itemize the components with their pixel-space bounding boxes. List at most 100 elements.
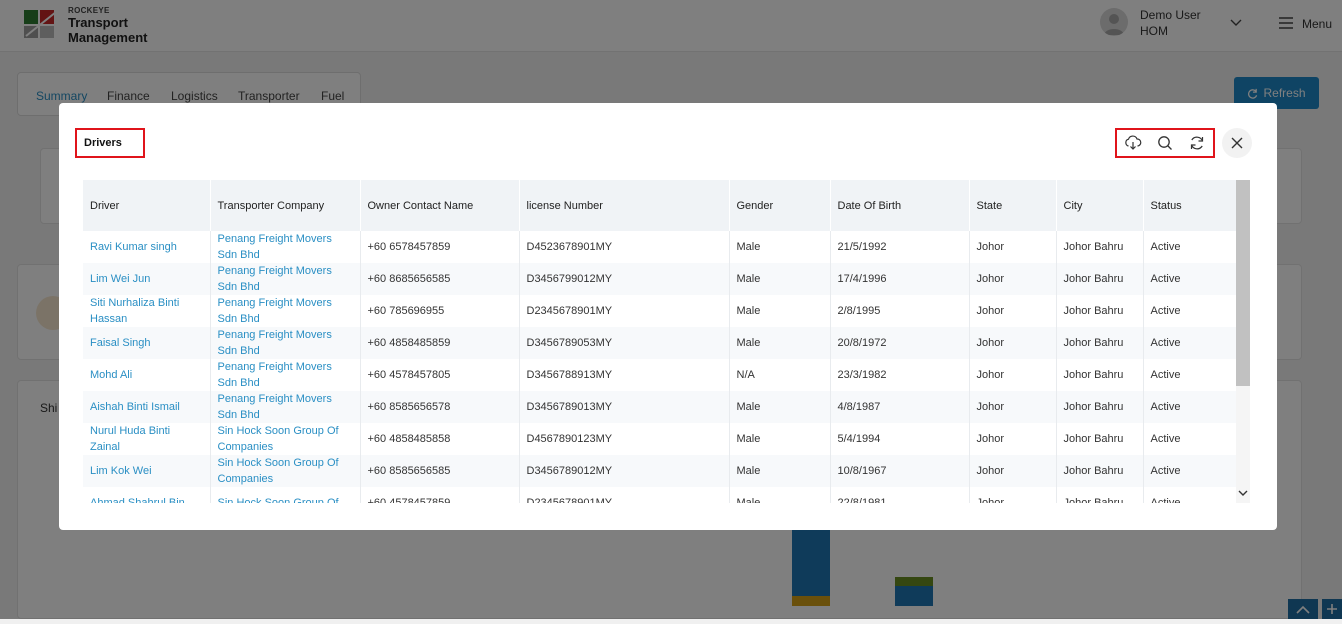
driver-link[interactable]: Faisal Singh (83, 327, 210, 359)
chevron-down-icon (1238, 489, 1248, 497)
column-header-status[interactable]: Status (1143, 180, 1236, 231)
company-link[interactable]: Penang Freight Movers Sdn Bhd (210, 263, 360, 295)
column-header-city[interactable]: City (1056, 180, 1143, 231)
state-cell: Johor (969, 423, 1056, 455)
close-icon (1230, 136, 1244, 150)
company-link[interactable]: Penang Freight Movers Sdn Bhd (210, 327, 360, 359)
company-link[interactable]: Penang Freight Movers Sdn Bhd (210, 295, 360, 327)
column-header-state[interactable]: State (969, 180, 1056, 231)
gender-cell: Male (729, 487, 830, 503)
download-cloud-icon[interactable] (1123, 133, 1143, 153)
table-row: Faisal Singh Penang Freight Movers Sdn B… (83, 327, 1236, 359)
state-cell: Johor (969, 231, 1056, 263)
city-cell: Johor Bahru (1056, 487, 1143, 503)
contact-cell: +60 8585656578 (360, 391, 519, 423)
status-cell: Active (1143, 423, 1236, 455)
scroll-down-button[interactable] (1236, 486, 1250, 500)
status-cell: Active (1143, 455, 1236, 487)
dob-cell: 10/8/1967 (830, 455, 969, 487)
close-button[interactable] (1222, 128, 1252, 158)
table-row: Lim Wei Jun Penang Freight Movers Sdn Bh… (83, 263, 1236, 295)
driver-link[interactable]: Lim Wei Jun (83, 263, 210, 295)
license-cell: D2345678901MY (519, 295, 729, 327)
company-link[interactable]: Penang Freight Movers Sdn Bhd (210, 391, 360, 423)
drivers-table: Driver Transporter Company Owner Contact… (83, 180, 1237, 503)
dob-cell: 5/4/1994 (830, 423, 969, 455)
driver-link[interactable]: Mohd Ali (83, 359, 210, 391)
column-header-gender[interactable]: Gender (729, 180, 830, 231)
dob-cell: 23/3/1982 (830, 359, 969, 391)
license-cell: D3456789053MY (519, 327, 729, 359)
table-row: Siti Nurhaliza Binti Hassan Penang Freig… (83, 295, 1236, 327)
contact-cell: +60 6578457859 (360, 231, 519, 263)
city-cell: Johor Bahru (1056, 231, 1143, 263)
driver-link[interactable]: Nurul Huda Binti Zainal (83, 423, 210, 455)
contact-cell: +60 4858485858 (360, 423, 519, 455)
city-cell: Johor Bahru (1056, 455, 1143, 487)
status-cell: Active (1143, 263, 1236, 295)
column-header-driver[interactable]: Driver (83, 180, 210, 231)
status-cell: Active (1143, 231, 1236, 263)
column-header-owner-contact[interactable]: Owner Contact Name (360, 180, 519, 231)
table-row: Ahmad Shahrul Bin Sin Hock Soon Group Of… (83, 487, 1236, 503)
company-link[interactable]: Sin Hock Soon Group Of Companies (210, 455, 360, 487)
license-cell: D4523678901MY (519, 231, 729, 263)
search-icon[interactable] (1155, 133, 1175, 153)
drivers-table-container[interactable]: Driver Transporter Company Owner Contact… (83, 180, 1261, 503)
column-header-transporter-company[interactable]: Transporter Company (210, 180, 360, 231)
company-link[interactable]: Penang Freight Movers Sdn Bhd (210, 359, 360, 391)
company-link[interactable]: Penang Freight Movers Sdn Bhd (210, 231, 360, 263)
refresh-icon[interactable] (1187, 133, 1207, 153)
column-header-dob[interactable]: Date Of Birth (830, 180, 969, 231)
city-cell: Johor Bahru (1056, 295, 1143, 327)
state-cell: Johor (969, 295, 1056, 327)
license-cell: D3456799012MY (519, 263, 729, 295)
status-cell: Active (1143, 487, 1236, 503)
gender-cell: Male (729, 391, 830, 423)
status-cell: Active (1143, 295, 1236, 327)
gender-cell: Male (729, 455, 830, 487)
license-cell: D3456789012MY (519, 455, 729, 487)
city-cell: Johor Bahru (1056, 359, 1143, 391)
state-cell: Johor (969, 487, 1056, 503)
driver-link[interactable]: Siti Nurhaliza Binti Hassan (83, 295, 210, 327)
gender-cell: Male (729, 231, 830, 263)
modal-title: Drivers (75, 128, 145, 158)
dob-cell: 17/4/1996 (830, 263, 969, 295)
driver-link[interactable]: Lim Kok Wei (83, 455, 210, 487)
table-row: Aishah Binti Ismail Penang Freight Mover… (83, 391, 1236, 423)
status-cell: Active (1143, 359, 1236, 391)
dob-cell: 21/5/1992 (830, 231, 969, 263)
state-cell: Johor (969, 391, 1056, 423)
dob-cell: 20/8/1972 (830, 327, 969, 359)
city-cell: Johor Bahru (1056, 391, 1143, 423)
column-header-license[interactable]: license Number (519, 180, 729, 231)
dob-cell: 4/8/1987 (830, 391, 969, 423)
license-cell: D2345678901MY (519, 487, 729, 503)
license-cell: D3456789013MY (519, 391, 729, 423)
status-cell: Active (1143, 327, 1236, 359)
company-link[interactable]: Sin Hock Soon Group Of Companies (210, 423, 360, 455)
table-row: Lim Kok Wei Sin Hock Soon Group Of Compa… (83, 455, 1236, 487)
state-cell: Johor (969, 263, 1056, 295)
city-cell: Johor Bahru (1056, 327, 1143, 359)
driver-link[interactable]: Aishah Binti Ismail (83, 391, 210, 423)
contact-cell: +60 4578457805 (360, 359, 519, 391)
gender-cell: Male (729, 423, 830, 455)
state-cell: Johor (969, 359, 1056, 391)
driver-link[interactable]: Ravi Kumar singh (83, 231, 210, 263)
contact-cell: +60 4858485859 (360, 327, 519, 359)
contact-cell: +60 8585656585 (360, 455, 519, 487)
modal-actions (1115, 128, 1215, 158)
city-cell: Johor Bahru (1056, 263, 1143, 295)
contact-cell: +60 785696955 (360, 295, 519, 327)
company-link[interactable]: Sin Hock Soon Group Of (210, 487, 360, 503)
contact-cell: +60 8685656585 (360, 263, 519, 295)
gender-cell: N/A (729, 359, 830, 391)
drivers-modal: Drivers (59, 103, 1277, 530)
driver-link[interactable]: Ahmad Shahrul Bin (83, 487, 210, 503)
state-cell: Johor (969, 455, 1056, 487)
gender-cell: Male (729, 295, 830, 327)
table-scrollbar-thumb[interactable] (1236, 180, 1250, 386)
contact-cell: +60 4578457859 (360, 487, 519, 503)
